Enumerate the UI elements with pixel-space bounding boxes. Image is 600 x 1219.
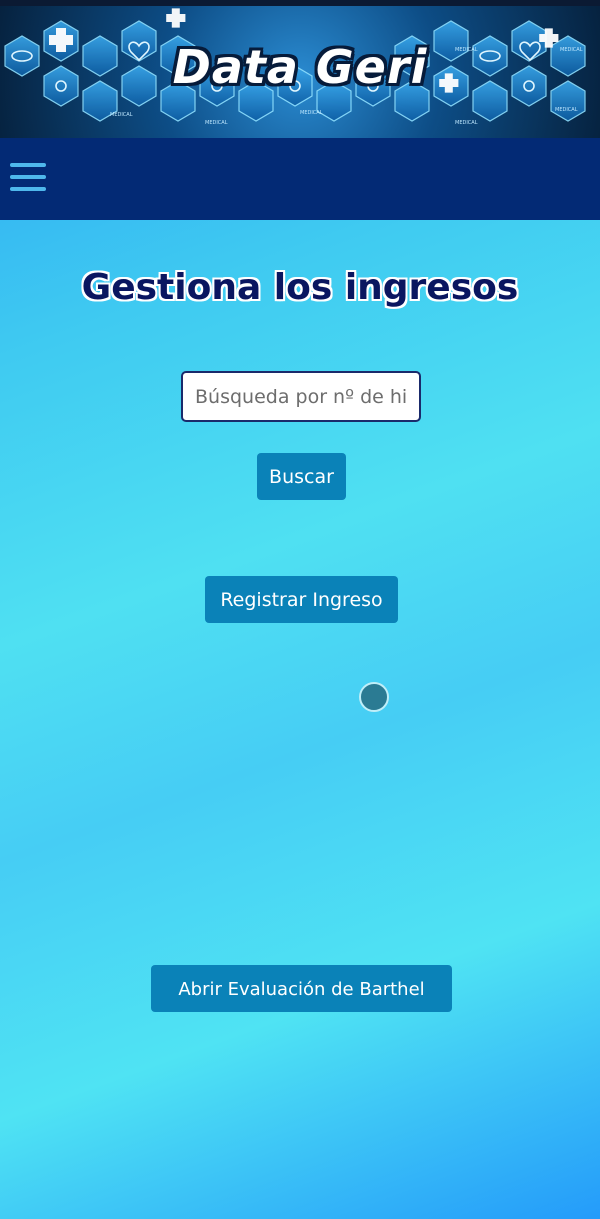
medical-label: MEDICAL	[455, 120, 478, 126]
header-banner: MEDICAL MEDICAL MEDICAL MEDICAL MEDICAL …	[0, 6, 600, 138]
search-input[interactable]	[181, 371, 421, 422]
hamburger-menu-icon[interactable]	[10, 163, 46, 195]
hamburger-line	[10, 187, 46, 191]
medical-cross-icon	[166, 8, 186, 28]
page-title: Gestiona los ingresos	[81, 267, 519, 309]
site-title: Data Geri	[172, 40, 428, 94]
hamburger-line	[10, 175, 46, 179]
navbar	[0, 138, 600, 220]
search-button[interactable]: Buscar	[257, 453, 346, 500]
medical-label: MEDICAL	[300, 110, 323, 116]
cursor-indicator	[359, 682, 389, 712]
open-barthel-evaluation-button[interactable]: Abrir Evaluación de Barthel	[151, 965, 452, 1012]
medical-label: MEDICAL	[555, 107, 578, 113]
medical-label: MEDICAL	[110, 112, 133, 118]
medical-label: MEDICAL	[205, 120, 228, 126]
hamburger-line	[10, 163, 46, 167]
register-admission-button[interactable]: Registrar Ingreso	[205, 576, 398, 623]
